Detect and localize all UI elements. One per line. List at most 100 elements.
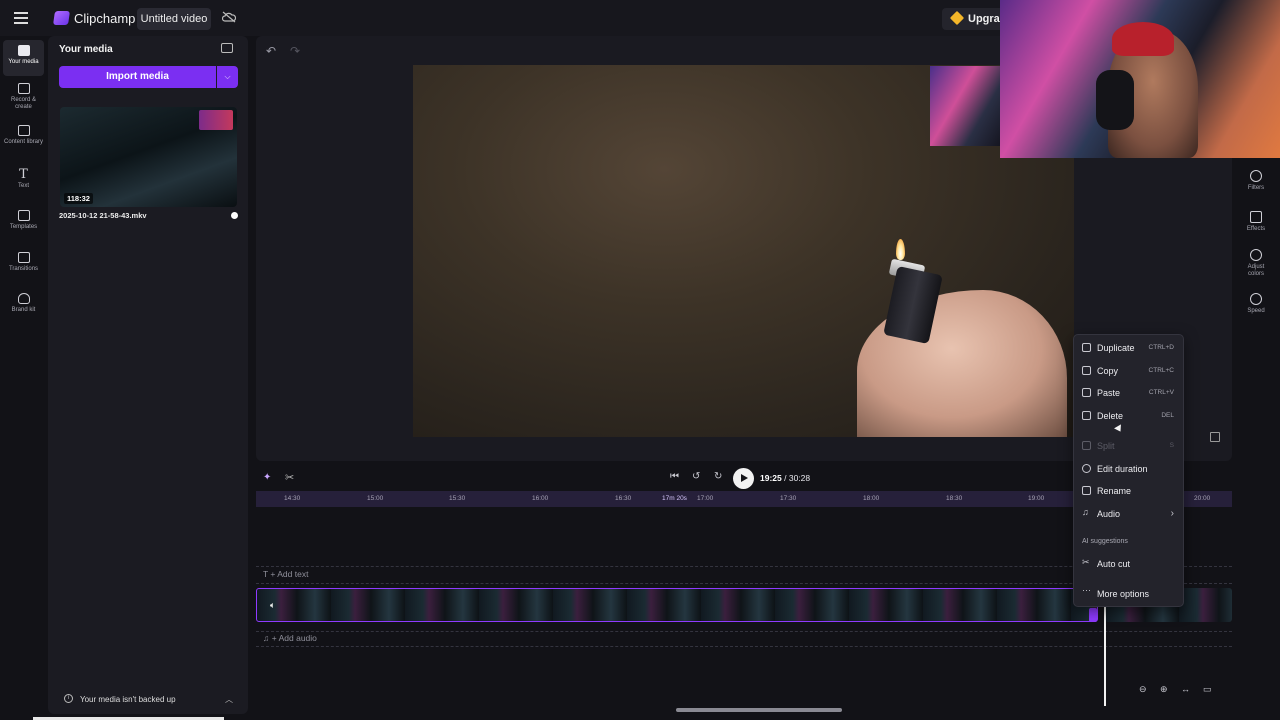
info-icon: i <box>64 694 73 703</box>
import-dropdown-chevron-icon[interactable]: ⌵ <box>217 66 238 88</box>
playhead-time-label: 17m 20s <box>662 495 687 502</box>
menu-item-label: Copy <box>1097 366 1119 376</box>
current-time: 19:25 <box>760 473 782 483</box>
preview-pip-overlay <box>930 66 1000 146</box>
rename-icon <box>1082 486 1091 495</box>
redo-icon[interactable]: ↷ <box>290 44 300 58</box>
timeline-scrollbar[interactable] <box>676 708 842 712</box>
music-note-icon: ♫ <box>263 633 272 643</box>
ruler-tick: 19:00 <box>1028 495 1045 502</box>
menu-item-label: Duplicate <box>1097 343 1135 353</box>
trim-handle[interactable] <box>1089 608 1097 622</box>
rail-item-templates[interactable]: Templates <box>3 205 44 241</box>
volume-icon[interactable]: 🔈︎ <box>270 600 275 611</box>
rrail-item-adjust-colors[interactable]: Adjust colors <box>1240 249 1272 278</box>
playhead[interactable] <box>1104 592 1106 706</box>
rail-item-label: Your media <box>8 59 39 65</box>
menu-item-split[interactable]: Split S <box>1074 436 1185 456</box>
zoom-in-icon[interactable]: ⊕ <box>1160 684 1168 695</box>
webcam-microphone <box>1096 70 1134 130</box>
add-audio-button[interactable]: ♫ + Add audio <box>263 633 317 643</box>
media-thumbnail[interactable]: 118:32 <box>60 107 237 207</box>
total-time: 30:28 <box>788 473 811 483</box>
rail-item-text[interactable]: T Text <box>3 164 44 200</box>
backup-notice-text: Your media isn't backed up <box>80 695 176 704</box>
audio-track[interactable] <box>256 631 1232 647</box>
ruler-tick: 20:00 <box>1194 495 1211 502</box>
media-panel-title: Your media <box>59 44 113 55</box>
ruler-tick: 18:30 <box>946 495 963 502</box>
menu-item-auto-cut[interactable]: ✂ Auto cut <box>1074 554 1185 574</box>
menu-item-shortcut: DEL <box>1161 412 1174 419</box>
rrail-item-label: Speed <box>1247 308 1265 314</box>
text-icon: T <box>19 167 28 182</box>
menu-item-rename[interactable]: Rename <box>1074 481 1185 501</box>
menu-item-edit-duration[interactable]: Edit duration <box>1074 459 1185 479</box>
add-text-button[interactable]: T + Add text <box>263 569 308 579</box>
hamburger-menu-icon[interactable] <box>14 12 28 24</box>
speed-icon <box>1250 293 1262 305</box>
project-title-field[interactable]: Untitled video <box>137 8 211 30</box>
split-icon <box>1082 441 1091 450</box>
menu-item-shortcut: CTRL+C <box>1148 367 1174 374</box>
rail-item-brand-kit[interactable]: Brand kit <box>3 288 44 324</box>
left-nav-rail: Your media Record & create Content libra… <box>0 36 47 720</box>
collapse-panel-icon[interactable] <box>221 43 233 53</box>
menu-item-label: Paste <box>1097 388 1121 398</box>
rail-item-label: Content library <box>3 139 44 145</box>
rail-item-content-library[interactable]: Content library <box>3 120 44 156</box>
rrail-item-filters[interactable]: Filters <box>1240 170 1272 192</box>
fit-to-timeline-icon[interactable]: ↔ <box>1181 684 1190 694</box>
webcam-cap <box>1112 22 1174 56</box>
menu-item-duplicate[interactable]: Duplicate CTRL+D <box>1074 338 1185 358</box>
paste-icon <box>1082 388 1091 397</box>
menu-item-more-options[interactable]: ··· More options <box>1074 584 1185 604</box>
menu-item-label: Rename <box>1097 486 1132 496</box>
rrail-item-effects[interactable]: Effects <box>1240 211 1272 233</box>
menu-item-audio[interactable]: ♫ Audio › <box>1074 504 1185 524</box>
cloud-off-icon[interactable] <box>222 11 236 23</box>
context-menu: Duplicate CTRL+D Copy CTRL+C Paste CTRL+… <box>1073 334 1184 607</box>
forward-5s-icon[interactable]: ↻ <box>714 471 722 482</box>
menu-item-paste[interactable]: Paste CTRL+V <box>1074 383 1185 403</box>
ruler-tick: 15:00 <box>367 495 384 502</box>
play-button[interactable] <box>733 468 754 489</box>
music-note-icon: ♫ <box>1082 507 1089 517</box>
rrail-item-speed[interactable]: Speed <box>1240 293 1272 315</box>
ruler-tick: 17:30 <box>780 495 797 502</box>
video-clip[interactable] <box>256 588 1098 622</box>
webcam-overlay <box>1000 0 1280 158</box>
undo-icon[interactable]: ↶ <box>266 44 276 58</box>
menu-item-label: Delete <box>1097 411 1124 421</box>
menu-item-delete[interactable]: Delete DEL <box>1074 406 1185 426</box>
rail-item-label: Text <box>17 183 29 189</box>
import-media-button[interactable]: Import media <box>59 66 216 88</box>
zoom-out-icon[interactable]: ⊖ <box>1139 684 1147 695</box>
fullscreen-icon[interactable] <box>1210 432 1220 442</box>
media-duration: 118:32 <box>64 193 93 204</box>
ruler-tick: 14:30 <box>284 495 301 502</box>
menu-item-label: Audio <box>1097 509 1121 519</box>
chevron-right-icon: › <box>1170 508 1174 519</box>
skip-back-icon[interactable]: ⏮ <box>670 471 679 482</box>
backup-notice[interactable]: i Your media isn't backed up ︿ <box>48 688 248 710</box>
effects-icon <box>1250 211 1262 223</box>
menu-item-label: Split <box>1097 441 1115 451</box>
rail-item-your-media[interactable]: Your media <box>3 40 44 76</box>
rail-item-record-create[interactable]: Record & create <box>3 78 44 114</box>
duplicate-icon <box>1082 343 1091 352</box>
chevron-up-icon[interactable]: ︿ <box>225 694 233 705</box>
rrail-item-label: Effects <box>1246 226 1266 232</box>
timecode: 19:25 / 30:28 <box>760 473 811 483</box>
zoom-controls: ⊖ ⊕ ↔ ▭ <box>1133 682 1223 699</box>
scissors-icon[interactable]: ✂ <box>285 471 294 484</box>
ruler-tick: 15:30 <box>449 495 466 502</box>
copy-icon <box>1082 366 1091 375</box>
ai-sparkle-icon[interactable]: ✦ <box>263 472 271 483</box>
rail-item-transitions[interactable]: Transitions <box>3 247 44 283</box>
menu-item-copy[interactable]: Copy CTRL+C <box>1074 361 1185 381</box>
rewind-5s-icon[interactable]: ↺ <box>692 471 700 482</box>
ai-suggestions-heading: AI suggestions <box>1082 538 1128 545</box>
templates-icon <box>17 210 30 221</box>
timeline-view-icon[interactable]: ▭ <box>1203 684 1212 695</box>
